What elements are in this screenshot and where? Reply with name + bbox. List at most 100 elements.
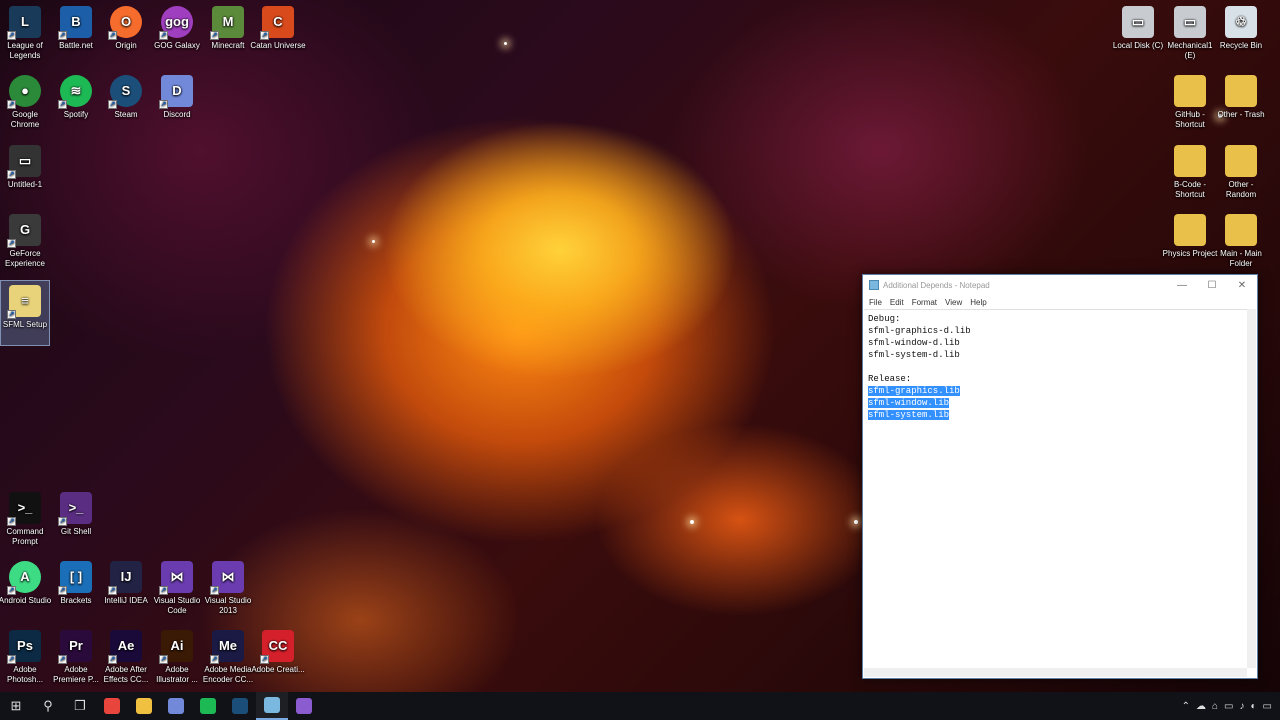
desktop-icon[interactable]: O ↗ Origin	[101, 2, 151, 68]
start-button[interactable]: ⊞	[0, 692, 32, 720]
icon-glyph: L	[21, 14, 29, 29]
desktop-icon[interactable]: B-Code - Shortcut	[1165, 141, 1215, 207]
desktop-icon[interactable]: Pr ↗ Adobe Premiere P...	[51, 626, 101, 692]
discord-icon	[168, 698, 184, 714]
desktop-icon[interactable]: ▭ Local Disk (C)	[1113, 2, 1163, 68]
desktop-icon[interactable]: Main - Main Folder	[1216, 210, 1266, 276]
taskbar-app-notepad[interactable]	[256, 692, 288, 720]
desktop-icon[interactable]: ⋈ ↗ Visual Studio Code	[152, 557, 202, 623]
desktop-icon[interactable]: A ↗ Android Studio	[0, 557, 51, 623]
premiere-icon: Pr ↗	[58, 630, 92, 664]
desktop-icon[interactable]: M ↗ Minecraft	[203, 2, 253, 68]
notification-icon[interactable]: ▭	[1263, 701, 1272, 712]
line-text: Release:	[868, 374, 912, 384]
desktop-icon[interactable]: [ ] ↗ Brackets	[51, 557, 101, 623]
desktop-icon[interactable]: >_ ↗ Command Prompt	[0, 488, 50, 554]
icon-glyph: ●	[21, 83, 29, 98]
desktop-icon[interactable]: ≡ ↗ SFML Setup	[0, 280, 50, 346]
intellij-icon: IJ ↗	[108, 561, 142, 595]
menu-help[interactable]: Help	[970, 298, 986, 307]
maximize-button[interactable]: ☐	[1197, 275, 1227, 295]
volume-icon[interactable]: ♪	[1240, 701, 1245, 712]
desktop-icon-label: Catan Universe	[250, 41, 306, 50]
desktop-icon[interactable]: Ai ↗ Adobe Illustrator ...	[152, 626, 202, 692]
icon-glyph: Pr	[69, 638, 83, 653]
vertical-scrollbar[interactable]	[1247, 309, 1256, 668]
taskbar-app-chrome[interactable]	[96, 692, 128, 720]
desktop-icon[interactable]: Physics Project	[1162, 210, 1218, 276]
desktop-icon[interactable]: Other - Random	[1216, 141, 1266, 207]
icon-glyph: ≋	[70, 83, 82, 98]
icon-glyph: G	[19, 222, 31, 237]
desktop-icon[interactable]: >_ ↗ Git Shell	[51, 488, 101, 554]
origin-icon: O ↗	[108, 6, 142, 40]
desktop-icon[interactable]: ▭ ↗ Untitled-1	[0, 141, 50, 207]
notepad-title-bar[interactable]: Additional Depends - Notepad — ☐ ✕	[863, 275, 1257, 295]
cloud-icon[interactable]: ☁	[1196, 701, 1206, 712]
icon-glyph: Ae	[117, 638, 135, 653]
desktop-icon[interactable]: CC ↗ Adobe Creati...	[251, 626, 305, 692]
desktop-icon[interactable]: gog ↗ GOG Galaxy	[152, 2, 202, 68]
battery-icon[interactable]: ▭	[1224, 701, 1233, 712]
close-button[interactable]: ✕	[1227, 275, 1257, 295]
desktop-icon[interactable]: ⋈ ↗ Visual Studio 2013	[203, 557, 253, 623]
desktop-icon[interactable]: D ↗ Discord	[152, 71, 202, 137]
horizontal-scrollbar[interactable]	[864, 668, 1247, 677]
network-icon[interactable]: ⌂	[1212, 701, 1218, 712]
taskbar-app-file-explorer[interactable]	[128, 692, 160, 720]
desktop-icon-label: Physics Project	[1162, 249, 1218, 258]
desktop-icon[interactable]: Other - Trash	[1216, 71, 1266, 137]
steam-icon: S ↗	[108, 75, 142, 109]
desktop-icon-label: Origin	[115, 41, 137, 50]
shortcut-arrow-icon: ↗	[7, 31, 16, 40]
desktop-icon[interactable]: C ↗ Catan Universe	[250, 2, 306, 68]
folder-icon	[1225, 145, 1257, 177]
desktop-icon[interactable]: S ↗ Steam	[101, 71, 151, 137]
desktop-icon-label: Google Chrome	[10, 110, 40, 129]
notepad-text-area[interactable]: Debug: sfml-graphics-d.lib sfml-window-d.l…	[864, 309, 1247, 668]
taskbar-app-discord[interactable]	[160, 692, 192, 720]
app-tray-icon[interactable]: ◐	[1251, 701, 1257, 712]
desktop-icon[interactable]: ● ↗ Google Chrome	[0, 71, 50, 137]
nebula-star	[690, 520, 694, 524]
brackets-icon: [ ] ↗	[58, 561, 92, 595]
minimize-button[interactable]: —	[1167, 275, 1197, 295]
notepad-window[interactable]: Additional Depends - Notepad — ☐ ✕ File …	[862, 274, 1258, 679]
desktop-icon-label: Discord	[163, 110, 191, 119]
task-view-button[interactable]: ❐	[64, 692, 96, 720]
desktop-icon-label: Main - Main Folder	[1220, 249, 1262, 268]
desktop-icon[interactable]: L ↗ League of Legends	[0, 2, 50, 68]
shortcut-arrow-icon: ↗	[7, 170, 16, 179]
icon-glyph: C	[273, 14, 283, 29]
shortcut-arrow-icon: ↗	[7, 239, 16, 248]
icon-glyph: Me	[218, 638, 238, 653]
desktop-icon[interactable]: ♲ Recycle Bin	[1216, 2, 1266, 68]
desktop-icon[interactable]: IJ ↗ IntelliJ IDEA	[101, 557, 151, 623]
desktop-icon-label: Other - Random	[1225, 180, 1257, 199]
taskbar-app-spotify[interactable]	[192, 692, 224, 720]
desktop-icon[interactable]: GitHub - Shortcut	[1165, 71, 1215, 137]
desktop-icon[interactable]: ▭ Mechanical1 (E)	[1165, 2, 1215, 68]
desktop-icon[interactable]: ≋ ↗ Spotify	[51, 71, 101, 137]
show-hidden-icons-chevron-icon[interactable]: ⌃	[1182, 701, 1190, 712]
menu-edit[interactable]: Edit	[890, 298, 904, 307]
taskbar-app-visual-studio[interactable]	[288, 692, 320, 720]
desktop-icon-label: Untitled-1	[7, 180, 43, 189]
desktop-icon[interactable]: Ae ↗ Adobe After Effects CC...	[101, 626, 151, 692]
spotify-icon: ≋ ↗	[58, 75, 92, 109]
taskbar-app-steam[interactable]	[224, 692, 256, 720]
shortcut-arrow-icon: ↗	[58, 655, 67, 664]
menu-file[interactable]: File	[869, 298, 882, 307]
menu-format[interactable]: Format	[912, 298, 937, 307]
desktop-icon[interactable]: Ps ↗ Adobe Photosh...	[0, 626, 50, 692]
search-button[interactable]: ⚲	[32, 692, 64, 720]
menu-view[interactable]: View	[945, 298, 962, 307]
folder-icon	[1225, 214, 1257, 246]
nebula-star	[854, 520, 858, 524]
notepad-title: Additional Depends - Notepad	[883, 280, 990, 290]
desktop-icon[interactable]: Me ↗ Adobe Media Encoder CC...	[203, 626, 253, 692]
desktop-icon[interactable]: G ↗ GeForce Experience	[0, 210, 50, 276]
desktop-icon[interactable]: B ↗ Battle.net	[51, 2, 101, 68]
discord-icon: D ↗	[159, 75, 193, 109]
icon-glyph: CC	[268, 638, 288, 653]
